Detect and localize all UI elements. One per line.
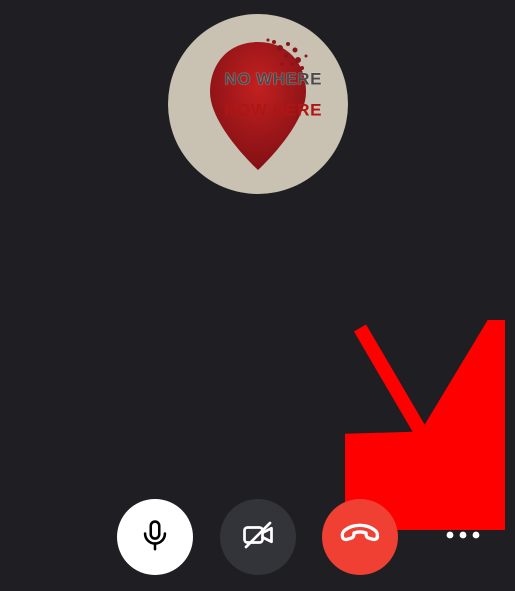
video-off-icon xyxy=(240,517,276,558)
caller-avatar: NO WHERE NOW HERE xyxy=(168,14,348,194)
video-toggle-button[interactable] xyxy=(220,499,296,575)
avatar-text-line1: NO WHERE xyxy=(224,69,322,88)
more-options-button[interactable] xyxy=(444,528,482,546)
reaction-heart-button[interactable] xyxy=(32,516,72,559)
avatar-text: NO WHERE NOW HERE xyxy=(193,56,322,134)
phone-hangup-icon xyxy=(340,515,380,560)
avatar-text-line2: NOW HERE xyxy=(224,100,322,119)
call-controls-bar xyxy=(0,491,515,583)
end-call-button[interactable] xyxy=(322,499,398,575)
more-options-icon xyxy=(444,528,482,545)
avatar-image: NO WHERE NOW HERE xyxy=(198,34,318,174)
microphone-icon xyxy=(138,518,172,557)
microphone-button[interactable] xyxy=(117,499,193,575)
